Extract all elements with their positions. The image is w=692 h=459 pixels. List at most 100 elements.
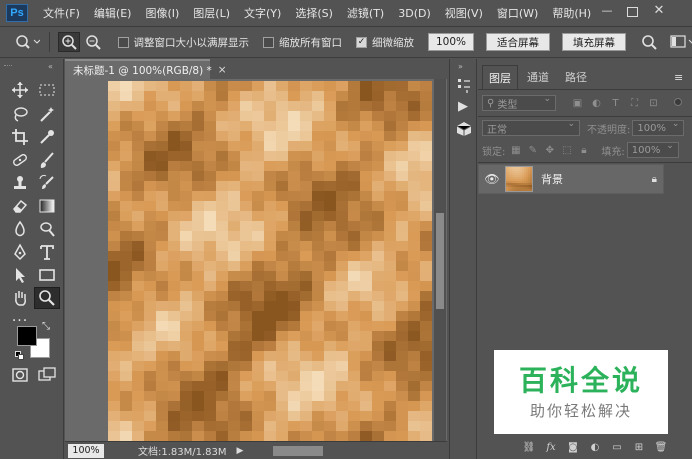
- resize-windows-option[interactable]: 调整窗口大小以满屏显示: [117, 35, 249, 50]
- delete-layer-icon[interactable]: 🗑︎: [654, 441, 668, 455]
- zoom-tool[interactable]: [34, 287, 60, 309]
- document-workspace[interactable]: [65, 79, 447, 441]
- blur-tool[interactable]: [7, 218, 33, 240]
- resize-windows-checkbox[interactable]: [117, 36, 129, 48]
- swap-colors-icon[interactable]: ⤡: [42, 321, 50, 332]
- close-window-icon[interactable]: ✕: [652, 4, 666, 18]
- magic-wand-tool[interactable]: [34, 103, 60, 125]
- lock-transparent-icon[interactable]: ▦: [508, 143, 523, 157]
- menu-help[interactable]: 帮助(H): [545, 5, 598, 21]
- texture-tile: [204, 161, 216, 171]
- dodge-tool[interactable]: [34, 218, 60, 240]
- actions-panel-button[interactable]: ▶: [458, 99, 468, 114]
- tool-preset-picker[interactable]: [14, 32, 41, 52]
- tab-channels[interactable]: 通道: [520, 65, 556, 89]
- new-group-icon[interactable]: ▭: [610, 441, 624, 455]
- lock-all-icon[interactable]: 🔒︎: [576, 143, 591, 157]
- healing-brush-tool[interactable]: [7, 149, 33, 171]
- texture-tile: [506, 181, 508, 183]
- menu-file[interactable]: 文件(F): [36, 5, 87, 21]
- tab-layers[interactable]: 图层: [482, 65, 518, 89]
- zoom-out-button[interactable]: [82, 32, 104, 52]
- scrubby-zoom-checkbox[interactable]: ✓: [356, 36, 367, 48]
- foreground-color-swatch[interactable]: [17, 326, 37, 346]
- lock-image-icon[interactable]: ✎: [525, 143, 540, 157]
- menu-type[interactable]: 文字(Y): [237, 5, 288, 21]
- menu-image[interactable]: 图像(I): [138, 5, 186, 21]
- toolbox-grip[interactable]: [4, 65, 12, 69]
- path-selection-tool[interactable]: [7, 264, 33, 286]
- default-colors-icon[interactable]: [15, 351, 24, 360]
- expand-panels-icon[interactable]: »: [458, 62, 463, 71]
- panel-menu-icon[interactable]: ≡: [674, 71, 683, 84]
- menu-view[interactable]: 视图(V): [438, 5, 490, 21]
- vertical-scroll-thumb[interactable]: [436, 213, 444, 309]
- lock-artboard-icon[interactable]: ⬚: [559, 143, 574, 157]
- menu-select[interactable]: 选择(S): [288, 5, 340, 21]
- brush-tool[interactable]: [34, 149, 60, 171]
- zoom-level-field[interactable]: 100%: [68, 443, 104, 458]
- screen-mode-button[interactable]: [34, 364, 60, 386]
- filter-pixel-icon[interactable]: ▣: [570, 96, 585, 110]
- hand-tool[interactable]: [7, 287, 33, 309]
- workspace-switcher[interactable]: [670, 32, 692, 52]
- zoom-in-button[interactable]: [57, 32, 80, 52]
- maximize-icon[interactable]: [627, 7, 638, 17]
- texture-tile: [192, 101, 204, 111]
- scrubby-zoom-option[interactable]: ✓ 细微缩放: [356, 35, 414, 50]
- tab-paths[interactable]: 路径: [558, 65, 594, 89]
- type-tool[interactable]: [34, 241, 60, 263]
- quick-mask-button[interactable]: [7, 364, 33, 386]
- filter-toggle[interactable]: [674, 98, 682, 106]
- crop-tool[interactable]: [7, 126, 33, 148]
- history-panel-button[interactable]: [456, 77, 472, 93]
- filter-type-icon[interactable]: T: [608, 96, 623, 110]
- close-document-icon[interactable]: ×: [218, 64, 227, 76]
- menu-window[interactable]: 窗口(W): [490, 5, 545, 21]
- zoom-all-option[interactable]: 缩放所有窗口: [263, 35, 342, 50]
- marquee-tool[interactable]: [34, 79, 60, 101]
- search-button[interactable]: [638, 32, 660, 52]
- rectangle-tool[interactable]: [34, 264, 60, 286]
- status-menu-arrow-icon[interactable]: ▶: [237, 446, 244, 456]
- 3d-panel-button[interactable]: [456, 121, 472, 137]
- opacity-field[interactable]: 100%: [632, 119, 685, 136]
- percent-100-button[interactable]: 100%: [428, 33, 474, 51]
- layer-row-background[interactable]: 👁︎ 背景 🔒︎: [478, 164, 664, 194]
- lock-position-icon[interactable]: ✥: [542, 143, 557, 157]
- filter-shape-icon[interactable]: ⛶: [627, 96, 642, 110]
- history-brush-tool[interactable]: [34, 172, 60, 194]
- minimize-icon[interactable]: —: [600, 4, 614, 18]
- pen-tool[interactable]: [7, 241, 33, 263]
- new-layer-icon[interactable]: ⊞: [632, 441, 646, 455]
- layer-style-icon[interactable]: fx: [544, 441, 558, 455]
- texture-tile: [300, 181, 312, 191]
- adjustment-layer-icon[interactable]: ◐: [588, 441, 602, 455]
- zoom-all-checkbox[interactable]: [263, 36, 274, 48]
- layer-filter-select[interactable]: ⚲ 类型: [482, 94, 556, 111]
- lasso-tool[interactable]: [7, 103, 33, 125]
- fit-screen-button[interactable]: 适合屏幕: [486, 33, 550, 51]
- texture-tile: [216, 261, 228, 271]
- collapse-icon[interactable]: «: [48, 62, 53, 71]
- fill-screen-button[interactable]: 填充屏幕: [562, 33, 626, 51]
- horizontal-scroll-thumb[interactable]: [273, 445, 324, 456]
- document-tab[interactable]: 未标题-1 @ 100%(RGB/8) * ×: [65, 59, 227, 79]
- link-layers-icon[interactable]: ⛓: [522, 441, 536, 455]
- menu-3d[interactable]: 3D(D): [391, 7, 438, 20]
- add-mask-icon[interactable]: ◙: [566, 441, 580, 455]
- menu-filter[interactable]: 滤镜(T): [340, 5, 391, 21]
- filter-adjustment-icon[interactable]: ◐: [589, 96, 604, 110]
- move-tool[interactable]: [7, 79, 33, 101]
- filter-smart-object-icon[interactable]: ⊡: [646, 96, 661, 110]
- menu-edit[interactable]: 编辑(E): [87, 5, 139, 21]
- eyedropper-tool[interactable]: [34, 126, 60, 148]
- menu-layer[interactable]: 图层(L): [186, 5, 237, 21]
- visibility-eye-icon[interactable]: 👁︎: [479, 172, 505, 186]
- blend-mode-select[interactable]: 正常: [482, 119, 580, 136]
- gradient-tool[interactable]: [34, 195, 60, 217]
- fill-field[interactable]: 100%: [626, 141, 679, 158]
- eraser-tool[interactable]: [7, 195, 33, 217]
- clone-stamp-tool[interactable]: [7, 172, 33, 194]
- image-canvas[interactable]: [108, 81, 432, 441]
